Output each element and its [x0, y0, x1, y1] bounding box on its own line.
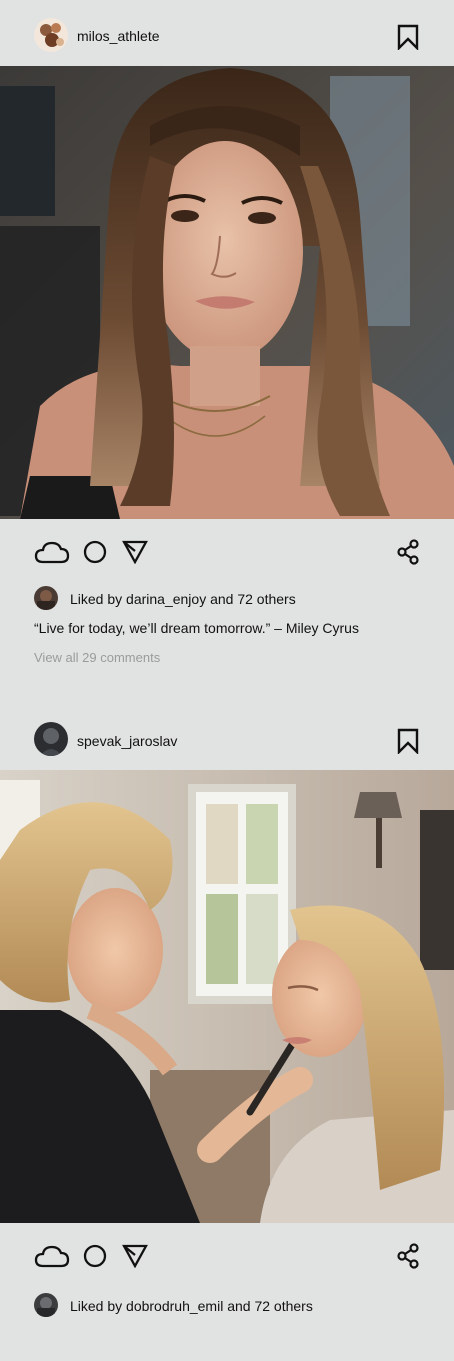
liked-by-text[interactable]: Liked by darina_enjoy and 72 others	[70, 591, 296, 607]
liker-avatar[interactable]	[34, 586, 58, 610]
circle-icon[interactable]	[83, 1244, 107, 1268]
liker-avatar[interactable]	[34, 1293, 58, 1317]
send-icon[interactable]	[122, 1244, 148, 1268]
user-avatar[interactable]	[34, 18, 68, 52]
post-actions	[0, 519, 454, 579]
circle-icon[interactable]	[83, 540, 107, 564]
liked-by-text[interactable]: Liked by dobrodruh_emil and 72 others	[70, 1298, 313, 1314]
bookmark-icon[interactable]	[396, 728, 420, 754]
send-icon[interactable]	[122, 540, 148, 564]
cloud-icon[interactable]	[34, 1243, 70, 1269]
post-photo[interactable]	[0, 770, 454, 1223]
cloud-icon[interactable]	[34, 539, 70, 565]
post-caption: “Live for today, we’ll dream tomorrow.” …	[34, 620, 359, 636]
liked-row: Liked by dobrodruh_emil and 72 others	[0, 1293, 454, 1319]
post-photo[interactable]	[0, 66, 454, 519]
post-header: spevak_jaroslav	[0, 700, 454, 770]
view-comments-link[interactable]: View all 29 comments	[0, 650, 454, 690]
share-icon[interactable]	[396, 539, 420, 565]
liked-row: Liked by darina_enjoy and 72 others	[0, 586, 454, 612]
username[interactable]: milos_athlete	[77, 28, 160, 44]
post-header: milos_athlete	[0, 0, 454, 66]
user-avatar[interactable]	[34, 722, 68, 756]
post-2: spevak_jaroslav Liked by dobrodruh_emil …	[0, 700, 454, 1361]
share-icon[interactable]	[396, 1243, 420, 1269]
username[interactable]: spevak_jaroslav	[77, 733, 177, 749]
bookmark-icon[interactable]	[396, 24, 420, 50]
post-1: milos_athlete Liked by darina_enjoy and …	[0, 0, 454, 700]
post-actions	[0, 1223, 454, 1283]
